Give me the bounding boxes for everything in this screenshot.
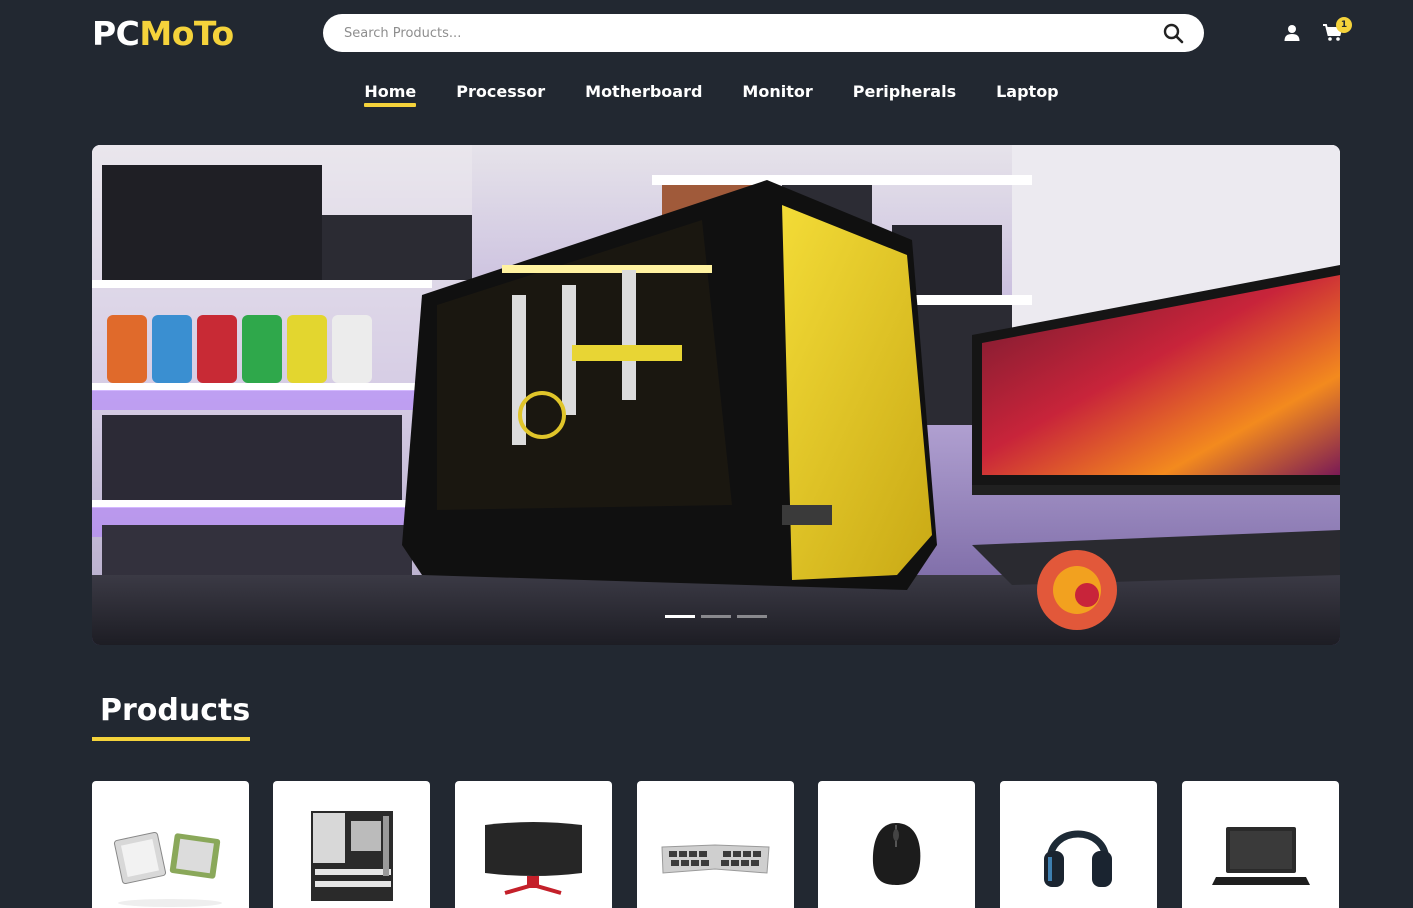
nav-item-laptop[interactable]: Laptop bbox=[996, 82, 1059, 107]
brand-logo[interactable]: PCMoTo bbox=[92, 14, 234, 54]
processor-icon bbox=[113, 831, 222, 907]
user-icon[interactable] bbox=[1283, 24, 1301, 42]
hero-image bbox=[92, 145, 1340, 645]
carousel-dot-3[interactable] bbox=[737, 615, 767, 618]
nav-item-peripherals[interactable]: Peripherals bbox=[853, 82, 956, 107]
product-card-laptop[interactable] bbox=[1182, 781, 1339, 908]
nav-item-home[interactable]: Home bbox=[364, 82, 416, 107]
products-heading-underline bbox=[92, 737, 250, 741]
search-input[interactable] bbox=[344, 25, 1124, 41]
nav-item-processor[interactable]: Processor bbox=[456, 82, 545, 107]
brand-part-pc: PC bbox=[92, 14, 140, 53]
hero-carousel[interactable] bbox=[92, 145, 1340, 645]
monitor-icon bbox=[485, 822, 582, 895]
product-card-headset[interactable] bbox=[1000, 781, 1157, 908]
mouse-icon bbox=[872, 823, 921, 885]
cart-count-badge: 1 bbox=[1336, 17, 1352, 33]
product-card-monitor[interactable] bbox=[455, 781, 612, 908]
nav-item-motherboard[interactable]: Motherboard bbox=[585, 82, 702, 107]
headset-icon bbox=[1044, 830, 1112, 887]
header: PCMoTo 1 bbox=[0, 0, 1413, 70]
laptop-icon bbox=[1212, 827, 1310, 885]
carousel-indicators bbox=[665, 615, 767, 618]
search-icon[interactable] bbox=[1163, 23, 1184, 44]
brand-part-moto: MoTo bbox=[139, 14, 234, 53]
product-card-mouse[interactable] bbox=[818, 781, 975, 908]
product-card-processor[interactable] bbox=[92, 781, 249, 908]
nav-item-monitor[interactable]: Monitor bbox=[742, 82, 812, 107]
motherboard-icon bbox=[311, 811, 393, 901]
main-nav: Home Processor Motherboard Monitor Perip… bbox=[0, 82, 1413, 107]
carousel-dot-2[interactable] bbox=[701, 615, 731, 618]
search-bar bbox=[323, 14, 1204, 52]
keyboard-icon bbox=[661, 844, 770, 874]
products-heading: Products bbox=[100, 693, 251, 728]
product-card-keyboard[interactable] bbox=[637, 781, 794, 908]
product-card-motherboard[interactable] bbox=[273, 781, 430, 908]
carousel-dot-1[interactable] bbox=[665, 615, 695, 618]
